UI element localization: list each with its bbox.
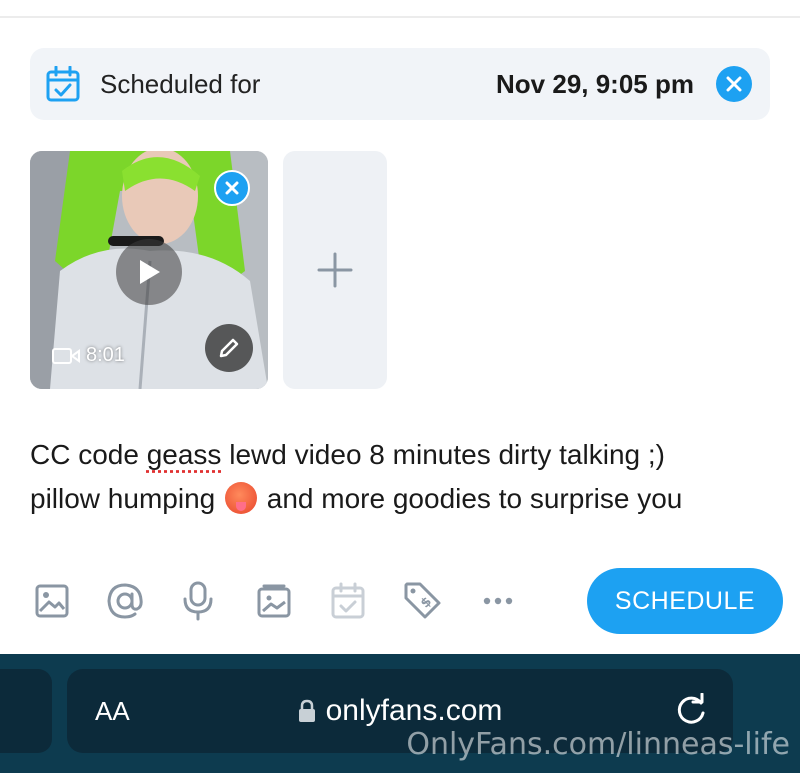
more-icon [483,597,513,605]
post-text-segment: and more goodies to surprise you [259,483,683,514]
top-divider [0,16,800,18]
pencil-icon [219,338,239,358]
post-text-segment: pillow humping [30,483,223,514]
close-icon [726,76,742,92]
watermark: OnlyFans.com/linneas-life [406,727,790,762]
post-text-segment: lewd video 8 minutes dirty talking ;) [221,439,665,470]
schedule-button[interactable]: SCHEDULE [587,568,783,634]
calendar-icon [331,582,365,619]
video-camera-icon [52,347,80,364]
add-media-button[interactable] [283,151,387,389]
post-text-segment: CC code [30,439,147,470]
mention-icon [107,583,143,619]
vault-icon [257,584,291,618]
image-icon [35,584,69,618]
microphone-icon [183,581,213,621]
duration-text: 8:01 [86,344,125,366]
remove-media-button[interactable] [214,170,250,206]
mention-button[interactable] [103,578,147,624]
scheduled-bar[interactable]: Scheduled for Nov 29, 9:05 pm [30,48,770,120]
play-button[interactable] [116,239,182,305]
price-tag-icon: $ [404,582,441,619]
clear-schedule-button[interactable] [716,66,752,102]
close-icon [225,181,239,195]
play-icon [140,260,160,284]
video-duration: 8:01 [52,344,125,367]
scheduled-label: Scheduled for [100,69,261,99]
post-line-1: CC code geass lewd video 8 minutes dirty… [30,433,770,477]
video-thumbnail[interactable]: 8:01 [30,151,268,389]
plus-icon [317,252,353,288]
post-text-input[interactable]: CC code geass lewd video 8 minutes dirty… [30,433,770,521]
scheduled-date[interactable]: Nov 29, 9:05 pm [496,48,694,120]
hot-face-emoji [225,482,257,514]
edit-media-button[interactable] [205,324,253,372]
tab-switcher[interactable] [0,669,52,753]
misspelled-word: geass [146,439,222,470]
vault-button[interactable] [252,578,296,624]
lock-icon [298,699,315,722]
post-line-2: pillow humping and more goodies to surpr… [30,477,770,521]
schedule-post-button[interactable] [326,578,370,624]
calendar-check-icon [46,66,80,102]
voice-button[interactable] [176,578,220,624]
add-image-button[interactable] [30,578,74,624]
price-button[interactable]: $ [401,578,445,624]
url-text: onlyfans.com [325,694,503,727]
more-options-button[interactable] [476,578,520,624]
reload-icon[interactable] [673,693,709,729]
